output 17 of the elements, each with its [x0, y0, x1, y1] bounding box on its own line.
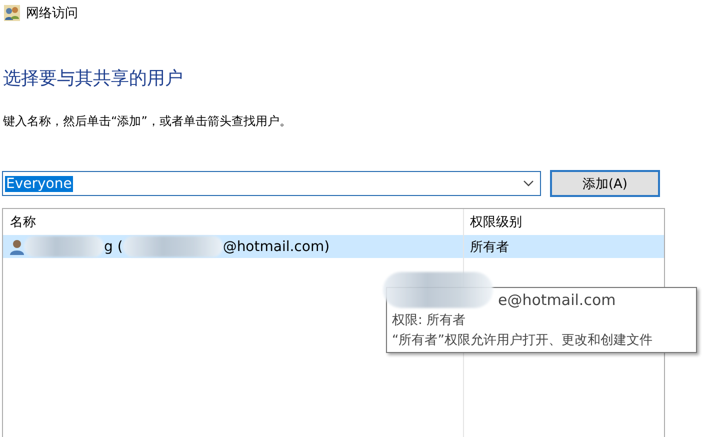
column-header[interactable]: 权限级别: [463, 213, 664, 231]
permission-text: 所有者: [469, 238, 510, 256]
tooltip-text: e@hotmail.com: [498, 291, 616, 309]
column-header[interactable]: 名称: [3, 213, 463, 231]
add-button[interactable]: 添加(A): [550, 170, 660, 197]
heading: 选择要与其共享的用户: [3, 67, 184, 90]
users-icon: [4, 5, 20, 21]
tooltip-text: 权限: 所有者: [392, 312, 466, 329]
user-icon: [10, 238, 24, 254]
name-combo-field[interactable]: Everyone: [2, 171, 541, 196]
user-row[interactable]: g ( @hotmail.com) 所有者: [3, 235, 664, 258]
user-name-text: g (: [104, 238, 123, 254]
instruction-text: 键入名称，然后单击“添加”，或者单击箭头查找用户。: [3, 113, 292, 130]
chevron-down-icon[interactable]: [523, 180, 534, 187]
user-email-text: @hotmail.com): [222, 238, 330, 254]
tooltip-text: “所有者”权限允许用户打开、更改和创建文件: [392, 332, 652, 349]
window-title: 网络访问: [26, 5, 78, 22]
